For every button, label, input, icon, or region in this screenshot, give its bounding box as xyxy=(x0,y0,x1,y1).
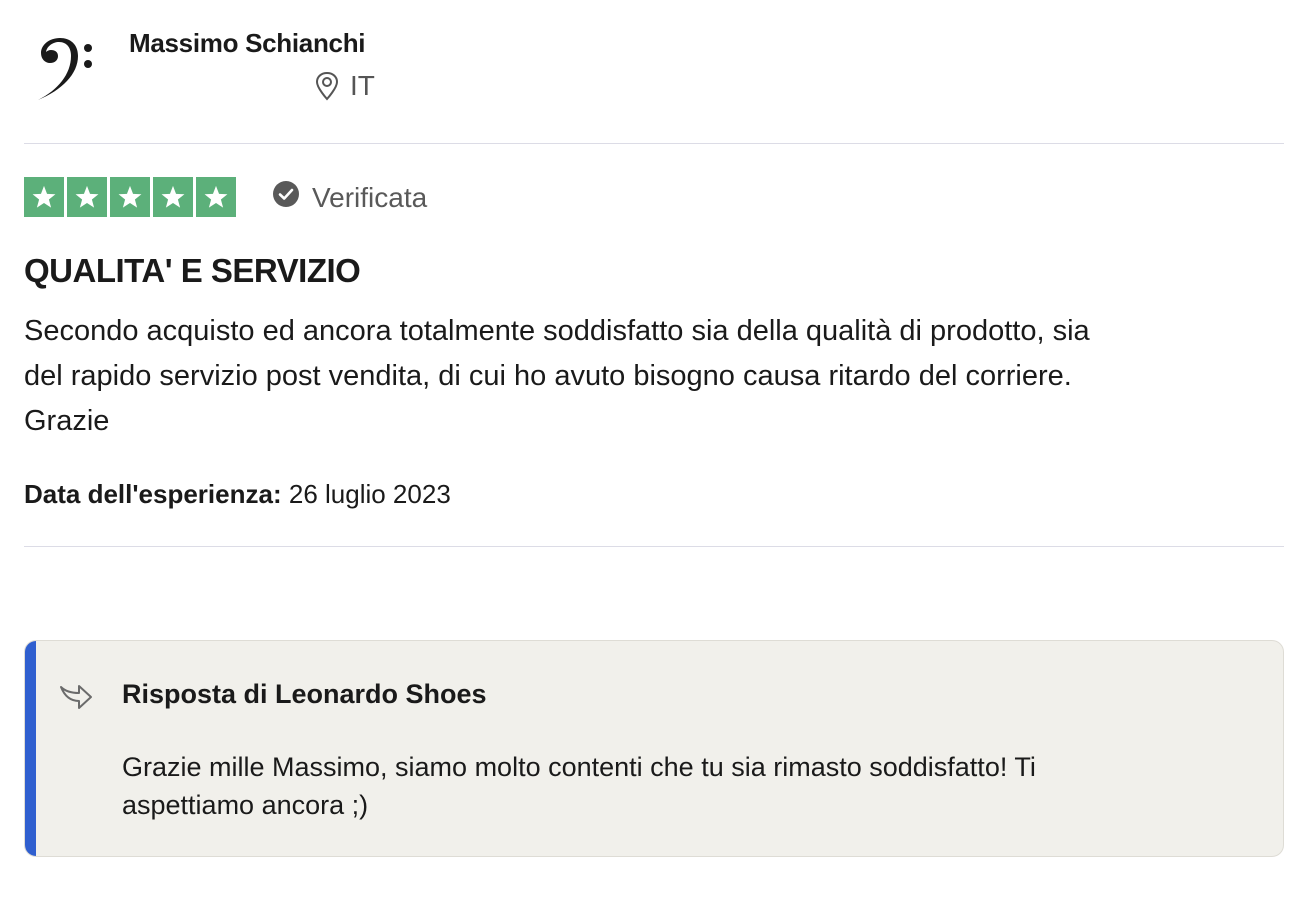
company-reply: Risposta di Leonardo Shoes Grazie mille … xyxy=(24,640,1284,857)
experience-date-label: Data dell'esperienza: xyxy=(24,479,282,509)
reviewer-name[interactable]: Massimo Schianchi xyxy=(129,28,366,59)
experience-date: Data dell'esperienza: 26 luglio 2023 xyxy=(24,479,451,510)
review-card: Massimo Schianchi IT Verificata QUALITA'… xyxy=(24,0,1284,900)
review-text: Secondo acquisto ed ancora totalmente so… xyxy=(24,309,1274,444)
star-icon xyxy=(24,177,64,217)
reviewer-location: IT xyxy=(314,70,375,102)
review-text-line: del rapido servizio post vendita, di cui… xyxy=(24,360,1072,392)
review-divider xyxy=(24,546,1284,547)
review-title[interactable]: QUALITA' E SERVIZIO xyxy=(24,252,361,290)
star-icon xyxy=(67,177,107,217)
star-icon xyxy=(196,177,236,217)
reply-arrow-icon xyxy=(59,683,93,716)
experience-date-value: 26 luglio 2023 xyxy=(288,479,451,509)
header-divider xyxy=(24,143,1284,144)
reply-text: Grazie mille Massimo, siamo molto conten… xyxy=(122,748,1202,824)
star-icon xyxy=(110,177,150,217)
reply-accent-bar xyxy=(25,641,36,856)
check-circle-icon xyxy=(272,180,300,215)
location-pin-icon xyxy=(314,71,340,101)
verified-label: Verificata xyxy=(312,181,428,213)
reply-text-line: Grazie mille Massimo, siamo molto conten… xyxy=(122,752,1036,782)
verified-badge[interactable]: Verificata xyxy=(272,180,427,215)
star-icon xyxy=(153,177,193,217)
review-text-line: Grazie xyxy=(24,405,110,437)
country-code: IT xyxy=(350,70,375,101)
star-rating xyxy=(24,177,236,217)
reply-title: Risposta di Leonardo Shoes xyxy=(122,679,487,709)
bass-clef-icon[interactable] xyxy=(32,32,104,104)
reply-text-line: aspettiamo ancora ;) xyxy=(122,790,369,820)
review-text-line: Secondo acquisto ed ancora totalmente so… xyxy=(24,315,1090,347)
